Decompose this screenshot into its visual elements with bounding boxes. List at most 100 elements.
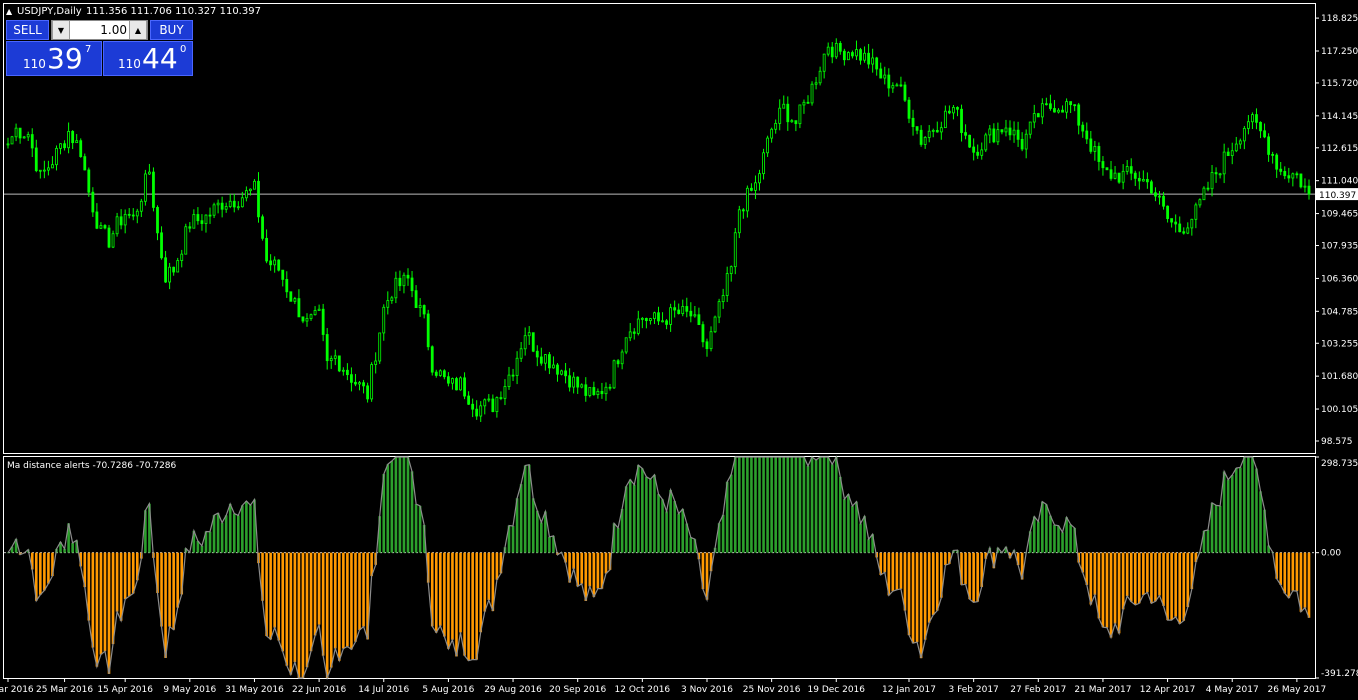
indicator-bar: [362, 552, 365, 627]
indicator-bar: [329, 552, 333, 668]
price-panel-frame: [3, 3, 1316, 454]
buy-button[interactable]: BUY: [150, 20, 193, 40]
indicator-tick-label: 0.00: [1321, 549, 1341, 559]
indicator-bar: [305, 552, 309, 668]
candle: [903, 81, 907, 103]
indicator-bar: [511, 526, 515, 553]
indicator-bar: [733, 457, 737, 553]
time-tick-label: 31 May 2016: [225, 685, 284, 695]
indicator-bar: [661, 499, 664, 553]
indicator-bar: [935, 552, 939, 611]
buy-price-button[interactable]: 110 44 0: [103, 41, 193, 76]
symbol-title: USDJPY,Daily: [17, 6, 82, 17]
indicator-bar: [99, 552, 103, 655]
indicator-bar: [798, 457, 802, 553]
indicator-bar: [883, 552, 887, 573]
indicator-bar: [241, 505, 244, 553]
indicator-bar: [285, 552, 289, 666]
indicator-bar: [907, 552, 911, 636]
indicator-bar: [220, 522, 224, 553]
indicator-bar: [1218, 505, 1222, 553]
sell-price-button[interactable]: 110 39 7: [6, 41, 102, 76]
indicator-bar: [321, 552, 325, 656]
current-price-label: 110.397: [1316, 188, 1358, 201]
indicator-bar: [1303, 552, 1307, 608]
candle: [1150, 179, 1153, 195]
indicator-bar: [968, 552, 971, 600]
indicator-bar: [1089, 552, 1093, 605]
indicator-bar: [273, 552, 276, 628]
indicator-bar: [1142, 552, 1145, 595]
candle: [79, 138, 83, 158]
indicator-bar: [628, 479, 632, 553]
indicator-bar: [911, 552, 915, 644]
lot-size-input[interactable]: [70, 21, 129, 39]
indicator-bar: [1251, 457, 1254, 553]
indicator-bar: [649, 479, 652, 553]
indicator-bar: [281, 552, 285, 652]
indicator-bar: [1239, 467, 1242, 553]
sell-price-pips: 39: [47, 42, 83, 75]
indicator-bar: [455, 552, 458, 657]
time-tick-label: 15 Apr 2016: [97, 685, 153, 695]
indicator-bar: [1109, 552, 1113, 638]
indicator-bar: [402, 457, 406, 553]
indicator-bar: [673, 501, 676, 553]
indicator-bar: [358, 552, 361, 631]
indicator-bar: [325, 552, 329, 678]
candle: [184, 223, 188, 255]
price-tick-label: 118.825: [1321, 14, 1358, 24]
indicator-bar: [467, 552, 470, 661]
indicator-bar: [790, 457, 794, 553]
time-tick-label: 19 Dec 2016: [808, 685, 866, 695]
candle: [143, 169, 147, 206]
lot-decrease-button[interactable]: ▼: [52, 21, 70, 39]
indicator-bar: [168, 552, 171, 627]
indicator-bar: [1154, 552, 1157, 602]
indicator-bar: [762, 457, 765, 553]
indicator-bar: [786, 457, 790, 553]
lot-increase-button[interactable]: ▲: [129, 21, 147, 39]
candle: [337, 355, 341, 373]
indicator-bar: [624, 486, 628, 553]
sell-button[interactable]: SELL: [6, 20, 49, 40]
candle: [115, 212, 119, 237]
indicator-bar: [895, 552, 899, 590]
indicator-bar: [1158, 552, 1161, 596]
indicator-bar: [127, 552, 131, 597]
indicator-bar: [1255, 468, 1258, 553]
indicator-bar: [839, 476, 842, 553]
indicator-bar: [471, 552, 474, 660]
indicator-bar: [164, 552, 167, 658]
indicator-bar: [1150, 552, 1153, 604]
indicator-bar: [434, 552, 438, 633]
indicator-bar: [944, 552, 947, 566]
indicator-bar: [527, 464, 531, 553]
time-tick-label: 9 May 2016: [163, 685, 216, 695]
candle: [1036, 112, 1040, 118]
price-tick-label: 109.465: [1321, 210, 1358, 220]
indicator-bar: [1133, 552, 1137, 605]
price-tick-label: 98.575: [1321, 437, 1353, 447]
indicator-bar: [1041, 501, 1044, 553]
indicator-bar: [91, 552, 95, 648]
candle: [87, 167, 91, 197]
indicator-bar: [269, 552, 272, 640]
candle: [612, 359, 616, 389]
candle: [968, 134, 972, 148]
indicator-bar: [43, 552, 46, 591]
indicator-bar: [1243, 457, 1246, 553]
indicator-bar: [770, 457, 773, 553]
chart-canvas[interactable]: ▲ USDJPY,Daily 111.356 111.706 110.327 1…: [0, 0, 1358, 700]
indicator-bar: [794, 457, 798, 553]
indicator-bar: [115, 552, 119, 612]
indicator-bar: [843, 499, 846, 553]
indicator-bar: [641, 468, 644, 553]
indicator-bar: [604, 552, 608, 574]
indicator-bar: [1036, 521, 1040, 553]
indicator-bar: [540, 522, 543, 553]
indicator-bar: [313, 552, 317, 636]
indicator-bar: [665, 511, 668, 553]
chart-header-arrow[interactable]: ▲: [6, 7, 13, 16]
buy-price-big-figure: 110: [118, 57, 141, 71]
